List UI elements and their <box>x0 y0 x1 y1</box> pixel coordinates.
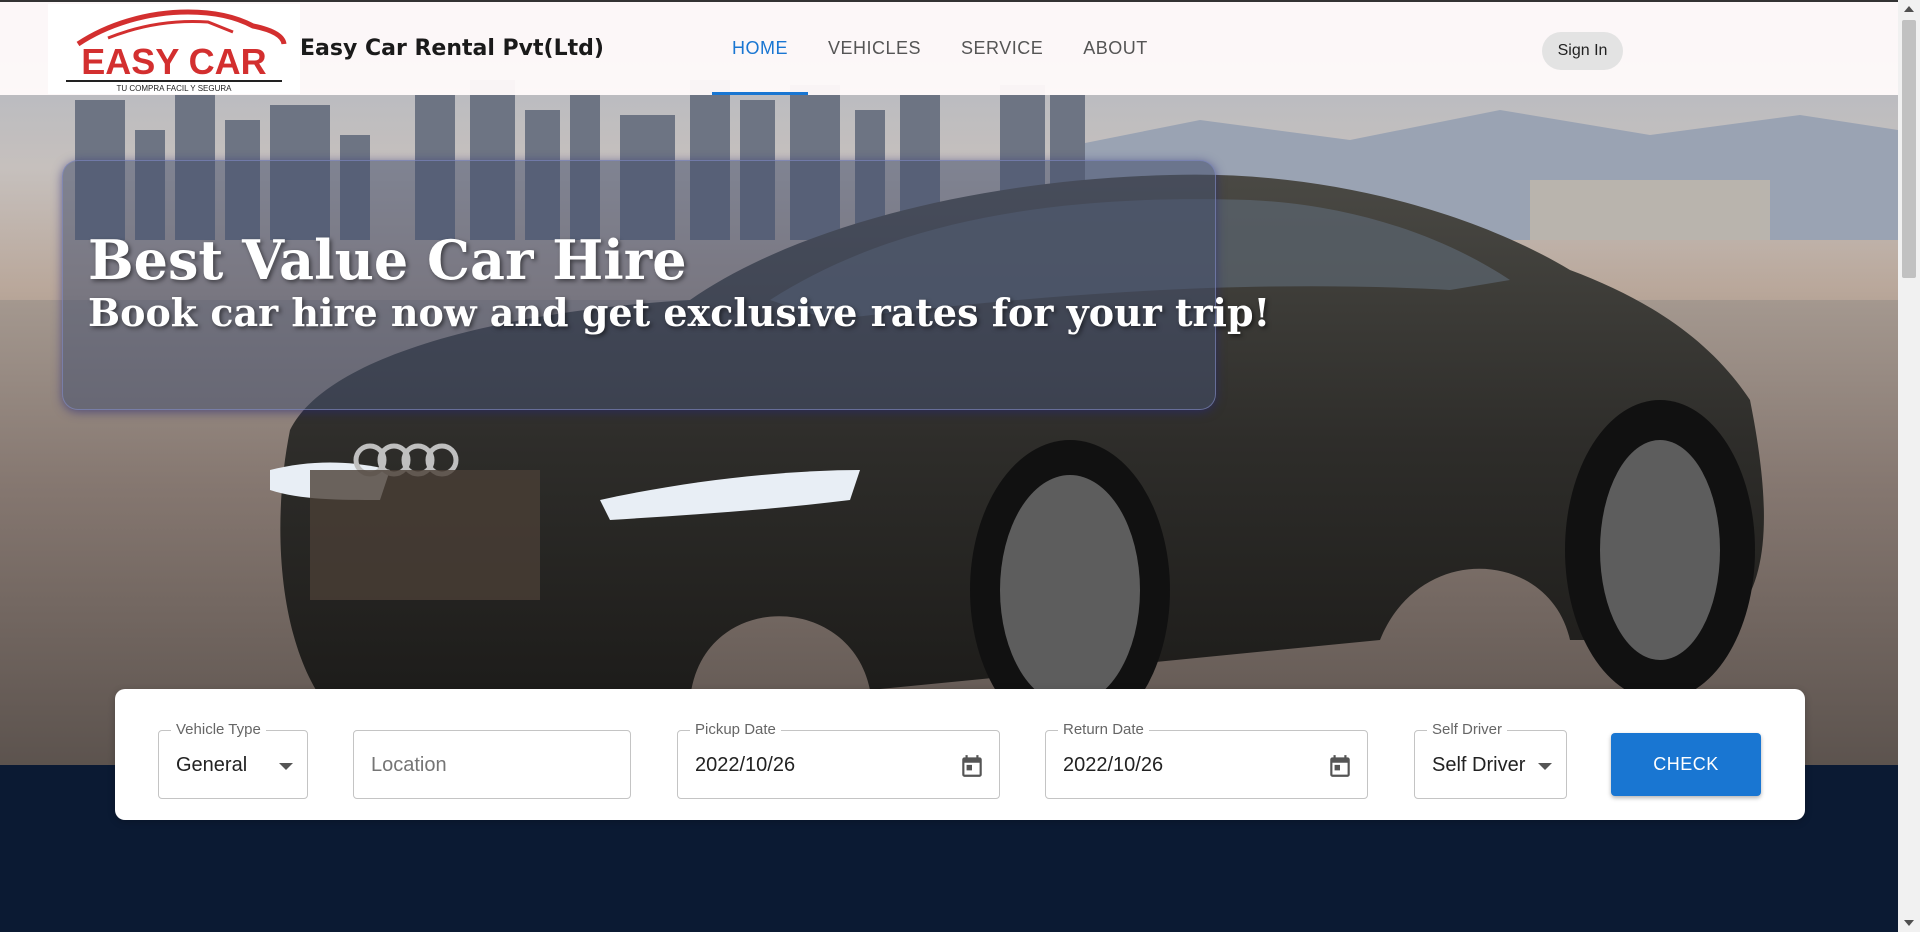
nav-about[interactable]: ABOUT <box>1063 2 1168 95</box>
nav-service[interactable]: SERVICE <box>941 2 1063 95</box>
sign-in-button[interactable]: Sign In <box>1542 32 1623 70</box>
arrow-drop-down-icon <box>279 763 293 770</box>
easy-car-logo[interactable]: EASY CAR TU COMPRA FACIL Y SEGURA <box>48 4 300 94</box>
location-field[interactable] <box>353 730 631 799</box>
return-date-label: Return Date <box>1058 721 1149 739</box>
return-date-value: 2022/10/26 <box>1063 754 1164 776</box>
pickup-date-label: Pickup Date <box>690 721 781 739</box>
svg-text:TU COMPRA FACIL Y SEGURA: TU COMPRA FACIL Y SEGURA <box>117 84 233 93</box>
nav-home[interactable]: HOME <box>712 2 808 95</box>
location-input[interactable] <box>371 753 611 777</box>
arrow-drop-down-icon <box>1538 763 1552 770</box>
vehicle-type-select[interactable]: Vehicle Type General <box>158 721 308 799</box>
page-scrollbar[interactable] <box>1898 0 1920 932</box>
pickup-date-value: 2022/10/26 <box>695 754 796 776</box>
self-driver-label: Self Driver <box>1427 721 1508 739</box>
scroll-up-icon[interactable] <box>1904 6 1914 12</box>
svg-text:EASY CAR: EASY CAR <box>81 41 266 82</box>
hero-subline: Book car hire now and get exclusive rate… <box>88 290 1271 335</box>
vehicle-type-label: Vehicle Type <box>171 721 266 739</box>
vehicle-type-value: General <box>176 754 248 776</box>
top-navbar: EASY CAR TU COMPRA FACIL Y SEGURA Easy C… <box>0 0 1898 95</box>
pickup-date-field[interactable]: Pickup Date 2022/10/26 <box>677 721 1000 799</box>
car-logo-icon: EASY CAR TU COMPRA FACIL Y SEGURA <box>66 9 287 93</box>
check-button[interactable]: CHECK <box>1611 733 1761 796</box>
hero-headline: Best Value Car Hire <box>88 228 687 292</box>
calendar-icon[interactable] <box>959 753 985 779</box>
calendar-icon[interactable] <box>1327 753 1353 779</box>
nav-vehicles[interactable]: VEHICLES <box>808 2 941 95</box>
self-driver-value: Self Driver <box>1432 754 1526 776</box>
company-name: Easy Car Rental Pvt(Ltd) <box>300 36 604 61</box>
scroll-thumb[interactable] <box>1902 20 1916 278</box>
search-card: Vehicle Type General Pickup Date 2022/10… <box>115 689 1805 820</box>
scroll-down-icon[interactable] <box>1904 920 1914 926</box>
self-driver-select[interactable]: Self Driver Self Driver <box>1414 721 1567 799</box>
main-nav: HOME VEHICLES SERVICE ABOUT <box>712 2 1168 95</box>
return-date-field[interactable]: Return Date 2022/10/26 <box>1045 721 1368 799</box>
